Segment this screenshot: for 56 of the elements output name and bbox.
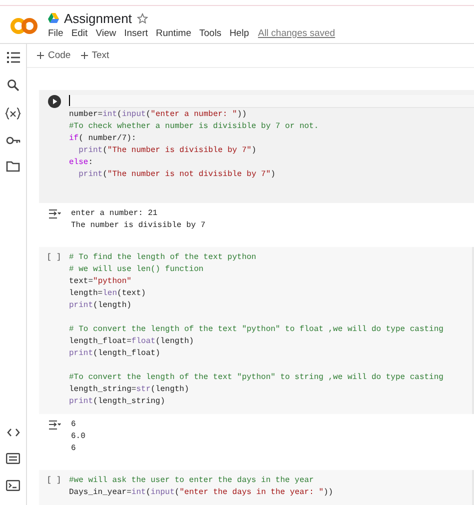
code-line: length_string=str(length) [69,384,190,396]
save-status-link[interactable]: All changes saved [258,28,336,38]
code-line: if( number/7): [69,133,138,145]
code-line: length_float=float(length) [69,336,195,348]
output-toggle-icon[interactable] [48,209,61,219]
code-line: #To convert the length of the text "python" to string ,we will do type casting [69,372,444,384]
menu-item[interactable]: View [96,28,116,38]
code-cell[interactable]: number=int(input("enter a number: ")) #To check whether a number is divisible by 7 or not. if( number/7): print("The number is divisible by 7") else: print("The number is not divisible by 7") [39,90,474,203]
text-cursor [69,95,70,106]
add-cell-button[interactable]: Code [35,50,73,61]
menu-item[interactable]: Edit [71,28,88,38]
terminal-icon[interactable] [6,480,20,491]
run-icon[interactable] [48,95,60,108]
key-icon[interactable] [6,136,20,145]
menu-item[interactable]: Tools [199,28,222,38]
code-line: print("The number is not divisible by 7") [78,169,276,181]
star-icon[interactable] [136,12,148,24]
search-icon[interactable] [7,79,19,91]
menu-item[interactable]: File [48,28,64,38]
output-line: 6.0 [71,431,86,443]
code-line: print("The number is divisible by 7") [78,145,258,157]
add-cell-button[interactable]: Text [78,50,112,61]
code-line: #we will ask the user to enter the days in the year [69,475,315,487]
drive-icon [48,13,59,23]
run-prompt[interactable]: [ ] [46,475,62,505]
menu-item[interactable]: Runtime [156,28,192,38]
variables-icon[interactable] [5,107,21,120]
output-line: enter a number: 21 [71,208,158,220]
code-line: print(length) [69,300,132,312]
run-prompt[interactable]: [ ] [46,252,62,414]
code-line: text="python" [69,276,132,288]
menu-item[interactable]: Insert [124,28,148,38]
code-cell[interactable]: [ ] #we will ask the user to enter the days in the year Days_in_year=int(input("enter the days in the year: ")) [39,470,474,505]
code-line: print(length_float) [69,348,162,360]
code-line: #To check whether a number is divisible by 7 or not. [69,121,320,133]
menu-item[interactable]: Help [229,28,249,38]
code-line: print(length_string) [69,396,166,408]
code-line: length=len(text) [69,288,147,300]
code-line: number=int(input("enter a number: ")) [69,109,248,121]
code-line: Days_in_year=int(input("enter the days in the year: ")) [69,487,334,499]
output-line: 6 [71,419,77,431]
output-toggle-icon[interactable] [48,420,61,430]
command-palette-icon[interactable] [6,453,20,464]
plus-icon [80,52,88,59]
code-icon[interactable] [6,428,20,437]
output-line: The number is divisible by 7 [71,220,206,232]
table-of-contents-icon[interactable] [6,52,20,63]
plus-icon [37,52,44,59]
code-line: # we will use len() function [69,264,204,276]
logo-icon[interactable] [10,16,38,34]
folder-icon[interactable] [6,161,20,172]
notebook-title[interactable]: Assignment [64,10,132,26]
code-line: else: [69,157,94,169]
output-line: 6 [71,443,77,455]
code-line: # To convert the length of the text "python" to float ,we will do type casting [69,324,444,336]
code-line: # To find the length of the text python [69,252,258,264]
